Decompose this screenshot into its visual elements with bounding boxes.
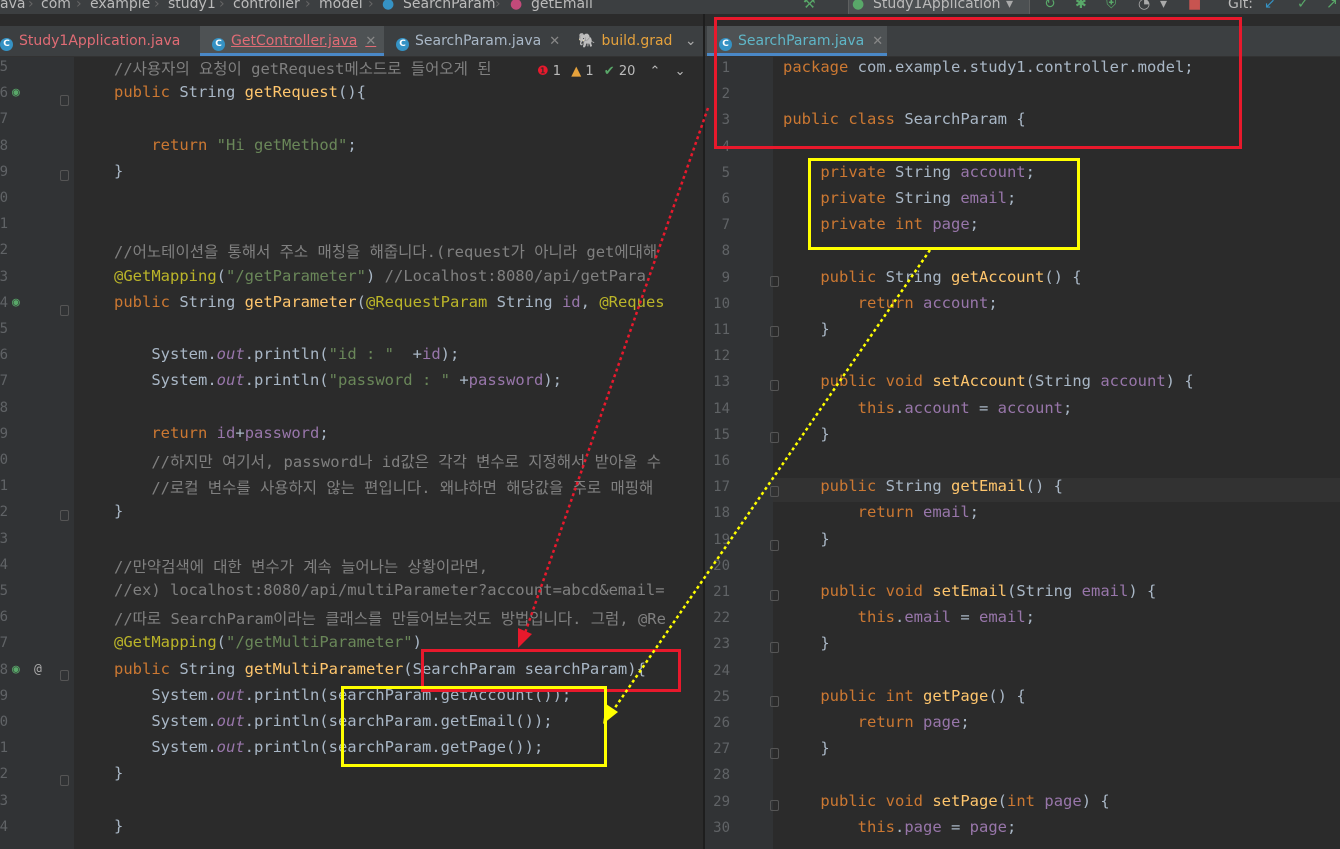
fold-marker-icon[interactable] [60,95,69,106]
fold-marker-icon[interactable] [60,775,69,786]
red-dotted-arrow [522,107,710,637]
fold-marker-icon[interactable] [770,800,779,811]
fold-marker-icon[interactable] [770,540,779,551]
fold-marker-icon[interactable] [770,642,779,653]
fold-marker-icon[interactable] [770,326,779,337]
fold-marker-icon[interactable] [60,305,69,316]
fold-marker-icon[interactable] [60,170,69,181]
red-arrowhead [518,628,532,648]
fold-marker-icon[interactable] [770,276,779,287]
fold-marker-icon[interactable] [60,670,69,681]
fold-marker-icon[interactable] [770,432,779,443]
fold-marker-icon[interactable] [60,510,69,521]
fold-marker-icon[interactable] [770,590,779,601]
fold-marker-icon[interactable] [770,696,779,707]
fold-marker-icon[interactable] [770,748,779,759]
annotation-arrows [518,107,932,724]
fold-marker-icon[interactable] [770,380,779,391]
fold-marker-icon[interactable] [770,486,779,497]
